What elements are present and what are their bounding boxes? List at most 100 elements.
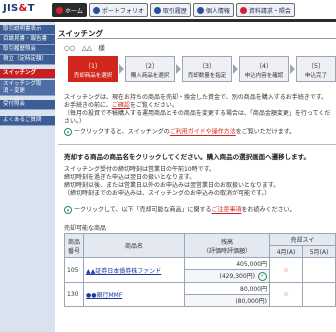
fund-table: 商品番号 商品名 残高 （評価時評価額） 売却スイ 4月(A) 5月(A) 10… [64,233,336,307]
progress-steps: （1） 売却商品を選択 （2） 購入商品を選択 （3） 売却数量を指定 （4） … [68,56,336,84]
tab-documents[interactable]: 資料請求・照会 [235,3,295,17]
expand-icon[interactable]: ▾ [64,206,72,214]
col-header-b: 5月(A) [302,245,336,258]
row-amount-paren: (429,300円) [219,273,256,280]
notice-link[interactable]: ご注意事項 [212,207,242,214]
guide-link[interactable]: ご利用ガイドや操作方法 [170,129,236,136]
tab-history-label: 取引履歴 [162,7,187,15]
logo-prefix: JIS [3,3,19,14]
home-icon [56,6,63,14]
step-2-number: （2） [141,62,159,70]
user-name: ○○ △△ 様 [64,44,105,52]
intro-line-2-pre: お手続きの前に、 [64,102,112,109]
row-star-a: ☆ [269,257,303,283]
section-note-4: （締切時刻までのお申込みは、スイッチングのお申込みの取消が可能です。） [64,190,271,197]
table-header-row: 商品番号 商品名 残高 （評価時評価額） 売却スイ [64,233,336,258]
document-icon [239,6,247,14]
fund-link[interactable]: ●●銀行MMF [86,292,122,299]
check-icon: ✓ [258,272,267,281]
sidebar-item-switching[interactable]: スイッチング [0,69,55,79]
col-header-a: 4月(A) [269,245,303,258]
step-2: （2） 購入商品を選択 [125,56,175,82]
notice-line-pre: ークリックして、以下「売却可能な商品」に関する [74,206,212,214]
tab-personal-info-label: 個人情報 [205,7,230,15]
row-code: 130 [64,282,84,307]
step-arrow-icon [176,64,181,74]
row-amount: 405,000円 [184,257,270,270]
row-amount-paren: (80,000円) [235,298,267,305]
top-navigation: ホーム ポートフォリオ 取引履歴 個人情報 資料請求・照会 [52,3,295,17]
col-header-value-label: 残高 [220,238,233,246]
fund-link[interactable]: ▲▲証券日本債券株ファンド [86,268,161,275]
sidebar-item-switching-cancel[interactable]: スイッチング取消・変更 [0,80,55,96]
col-header-code: 商品番号 [64,233,84,258]
logo-amp: & [18,3,28,14]
row-amount-detail: (80,000円) [184,294,270,307]
step-arrow-icon [119,64,124,74]
step-5-number: （5） [307,62,325,70]
col-header-value: 残高 （評価時評価額） [184,233,270,258]
sidebar-item-faq[interactable]: よくあるご質問 [0,116,55,126]
tab-portfolio[interactable]: ポートフォリオ [88,3,148,17]
intro-text: スイッチングは、現在お持ちの商品を売却・換金した資金で、別の商品を購入するお手続… [64,94,336,126]
history-icon [153,6,161,14]
row-star-a: ☆ [269,282,303,307]
intro-line-3: （毎月の投資で不積購入する運用商品とその商品を変更する場合は、「商品金額変更」を… [64,110,331,125]
step-arrow-icon [290,64,295,74]
table-row: 130 ●●銀行MMF 80,000円 ☆ [64,282,336,307]
col-header-value-sub: （評価時評価額） [202,247,251,255]
col-header-name: 商品名 [83,233,185,258]
step-4: （4） 申込内容を確認 [239,56,289,82]
section-divider [58,144,336,145]
step-4-label: 申込内容を確認 [244,73,284,79]
help-line: ▾ ークリックすると、スイッチングのご利用ガイドや操作方法をご覧いただけます。 [64,128,336,137]
section-note-3: 締切時刻以後、または営業日以外のお申込みは翌営業日のお取扱いとなります。 [64,182,280,189]
notice-line: ▾ ークリックして、以下「売却可能な商品」に関するご注意事項をお読みください。 [64,206,336,215]
row-amount: 80,000円 [184,282,270,295]
tab-portfolio-label: ポートフォリオ [101,7,144,15]
sidebar: 取引説明書表示 目論見書・報告書 取引履歴照会 積立（定時定額） スイッチング … [0,22,55,332]
portfolio-icon [92,6,100,14]
step-1-number: （1） [84,62,102,70]
step-3-label: 売却数量を指定 [187,73,227,79]
sidebar-item-accumulation[interactable]: 積立（定時定額） [0,55,55,65]
tab-personal-info[interactable]: 個人情報 [192,3,234,17]
expand-icon[interactable]: ▾ [64,128,72,136]
table-caption: 売却可能な商品 [64,225,107,232]
step-3-number: （3） [198,62,216,70]
step-1: （1） 売却商品を選択 [68,56,118,82]
section-note-2: 締切時刻を過ぎた申込は翌日の扱いとなります。 [64,174,196,181]
step-arrow-icon [233,64,238,74]
step-5-label: 申込完了 [304,73,327,79]
brand-logo: JIS&T [3,3,35,14]
step-1-label: 売却商品を選択 [73,73,113,79]
confirm-link[interactable]: ご確認 [112,102,130,109]
sidebar-item-history[interactable]: 取引履歴照会 [0,45,55,55]
intro-line-2: お手続きの前に、ご確認をご覧ください。 [64,102,336,110]
step-5: （5） 申込完了 [296,56,336,82]
section-note-1: スイッチング受付の締切時刻は営業日の午前10時です。 [64,166,216,173]
row-amount-detail: (429,300円) ✓ [184,269,270,283]
person-icon [196,6,204,14]
logo-suffix: T [27,3,35,14]
row-name: ▲▲証券日本債券株ファンド [83,257,185,283]
row-cell-b [302,282,336,307]
sidebar-item-prospectus[interactable]: 目論見書・報告書 [0,35,55,45]
step-3: （3） 売却数量を指定 [182,56,232,82]
tab-history[interactable]: 取引履歴 [149,3,191,17]
row-cell-b [302,257,336,283]
sidebar-item-inquiry[interactable]: 受付照会 [0,100,55,110]
step-4-number: （4） [255,62,273,70]
tab-home[interactable]: ホーム [52,3,87,17]
intro-line-1: スイッチングは、現在お持ちの商品を売却・換金した資金で、別の商品を購入するお手続… [64,94,328,101]
step-2-label: 購入商品を選択 [130,73,170,79]
row-code: 105 [64,257,84,283]
section-title: 売却する商品の商品名をクリックしてください。購入商品の選択画面へ遷移します。 [64,153,310,161]
notice-line-post: をお読みください。 [241,206,296,214]
sidebar-item-explanation[interactable]: 取引説明書表示 [0,25,55,35]
section-notes: スイッチング受付の締切時刻は営業日の午前10時です。 締切時刻を過ぎた申込は翌日… [64,166,336,198]
tab-home-label: ホーム [65,7,83,15]
table-row: 105 ▲▲証券日本債券株ファンド 405,000円 ☆ [64,257,336,283]
intro-line-2-post: をご覧ください。 [129,102,178,109]
col-header-switch: 売却スイ [269,233,336,246]
